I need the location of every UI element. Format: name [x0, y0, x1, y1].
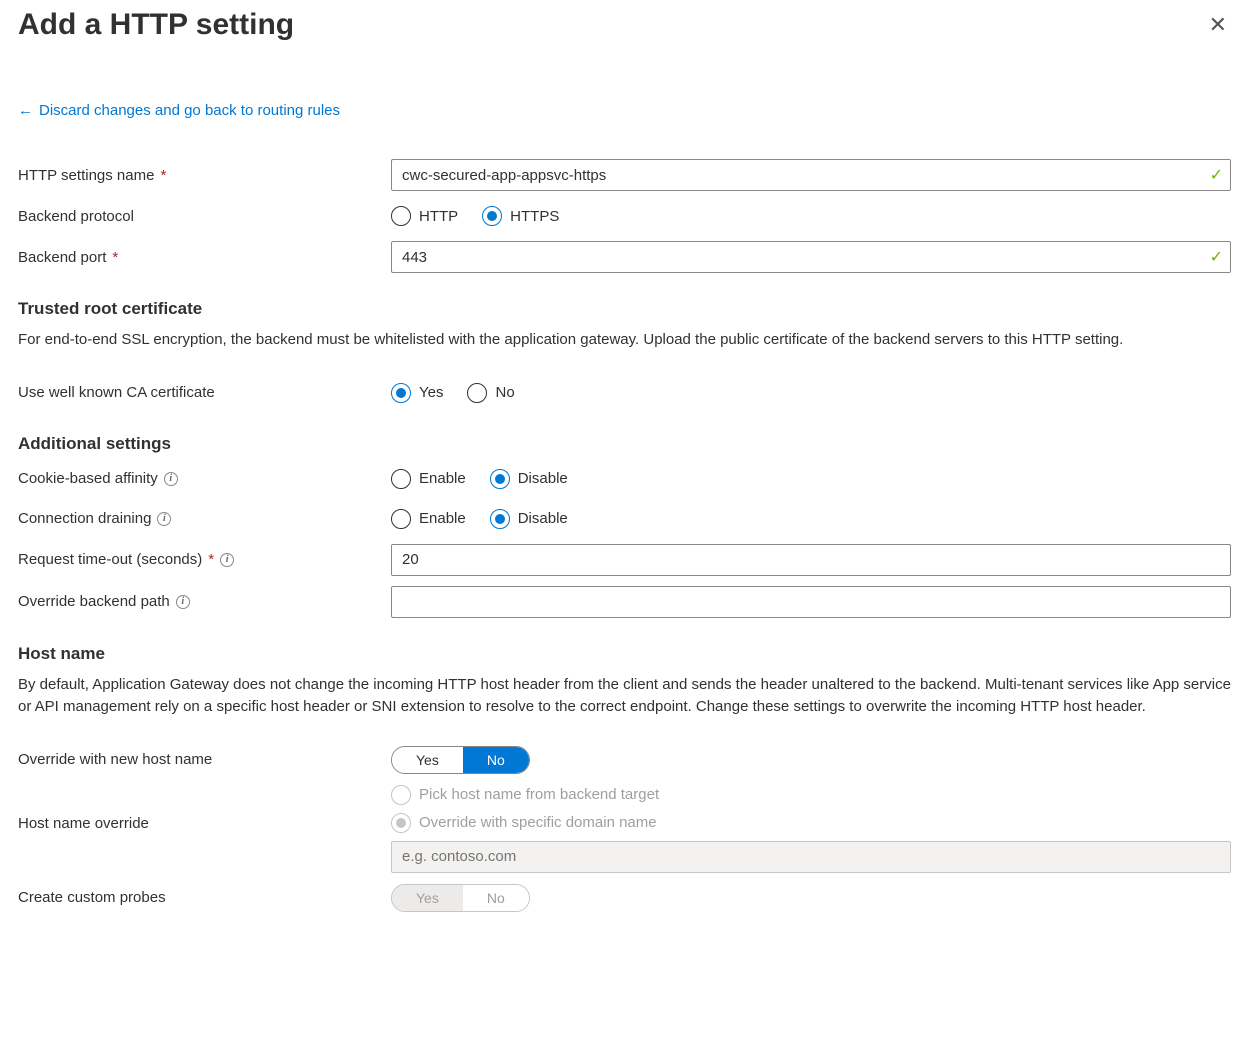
ca-no-text: No [495, 384, 514, 401]
protocol-https-text: HTTPS [510, 208, 559, 225]
trusted-root-desc: For end-to-end SSL encryption, the backe… [18, 329, 1231, 352]
drain-disable-text: Disable [518, 510, 568, 527]
info-icon[interactable]: i [176, 595, 190, 609]
trusted-root-heading: Trusted root certificate [18, 299, 1231, 319]
required-marker: * [160, 167, 166, 184]
cookie-affinity-label: Cookie-based affinity [18, 470, 158, 487]
backend-protocol-label: Backend protocol [18, 208, 134, 225]
cookie-enable-text: Enable [419, 470, 466, 487]
discard-link-text: Discard changes and go back to routing r… [39, 102, 340, 119]
cookie-enable-radio[interactable]: Enable [391, 469, 466, 489]
arrow-left-icon: ← [18, 102, 33, 119]
ca-yes-radio[interactable]: Yes [391, 383, 443, 403]
custom-probes-label: Create custom probes [18, 889, 166, 906]
hostname-desc: By default, Application Gateway does not… [18, 674, 1231, 719]
page-title: Add a HTTP setting [18, 8, 294, 42]
protocol-https-radio[interactable]: HTTPS [482, 206, 559, 226]
hostname-heading: Host name [18, 644, 1231, 664]
custom-probes-toggle: Yes No [391, 884, 530, 912]
custom-probes-no: No [463, 885, 529, 911]
conn-drain-label: Connection draining [18, 510, 151, 527]
override-host-yes[interactable]: Yes [392, 747, 463, 773]
timeout-label: Request time-out (seconds) [18, 551, 202, 568]
override-host-label: Override with new host name [18, 751, 212, 768]
ca-yes-text: Yes [419, 384, 443, 401]
check-icon: ✓ [1210, 165, 1223, 185]
backend-port-input[interactable] [391, 241, 1231, 273]
drain-enable-text: Enable [419, 510, 466, 527]
backend-port-label: Backend port [18, 249, 106, 266]
cookie-disable-text: Disable [518, 470, 568, 487]
info-icon[interactable]: i [164, 472, 178, 486]
ca-no-radio[interactable]: No [467, 383, 514, 403]
hostname-override-label: Host name override [18, 815, 149, 832]
override-host-toggle[interactable]: Yes No [391, 746, 530, 774]
info-icon[interactable]: i [220, 553, 234, 567]
additional-settings-heading: Additional settings [18, 434, 1231, 454]
protocol-http-radio[interactable]: HTTP [391, 206, 458, 226]
cookie-disable-radio[interactable]: Disable [490, 469, 568, 489]
specific-host-radio: Override with specific domain name [391, 813, 1231, 833]
well-known-ca-label: Use well known CA certificate [18, 384, 215, 401]
override-host-no[interactable]: No [463, 747, 529, 773]
pick-host-radio: Pick host name from backend target [391, 785, 1231, 805]
pick-host-text: Pick host name from backend target [419, 786, 659, 803]
specific-host-text: Override with specific domain name [419, 814, 657, 831]
close-icon[interactable]: ✕ [1205, 10, 1231, 40]
discard-link[interactable]: ← Discard changes and go back to routing… [18, 102, 340, 119]
override-path-input[interactable] [391, 586, 1231, 618]
required-marker: * [112, 249, 118, 266]
info-icon[interactable]: i [157, 512, 171, 526]
protocol-http-text: HTTP [419, 208, 458, 225]
hostname-input [391, 841, 1231, 873]
custom-probes-yes: Yes [392, 885, 463, 911]
settings-name-label: HTTP settings name [18, 167, 154, 184]
settings-name-input[interactable] [391, 159, 1231, 191]
required-marker: * [208, 551, 214, 568]
drain-enable-radio[interactable]: Enable [391, 509, 466, 529]
override-path-label: Override backend path [18, 593, 170, 610]
drain-disable-radio[interactable]: Disable [490, 509, 568, 529]
timeout-input[interactable] [391, 544, 1231, 576]
check-icon: ✓ [1210, 247, 1223, 267]
